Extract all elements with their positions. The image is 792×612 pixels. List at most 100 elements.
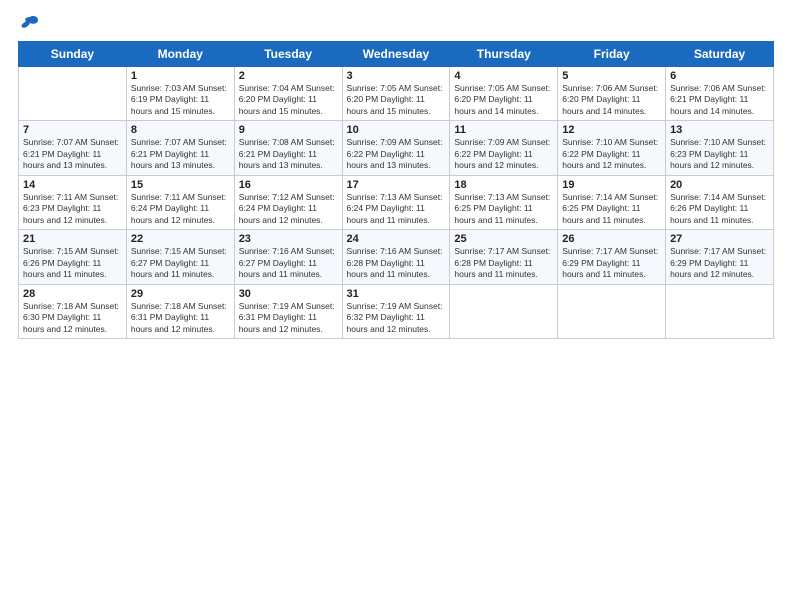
logo: [18, 15, 40, 31]
calendar-header: SundayMondayTuesdayWednesdayThursdayFrid…: [19, 42, 774, 67]
calendar-cell: 3Sunrise: 7:05 AM Sunset: 6:20 PM Daylig…: [342, 67, 450, 121]
day-number: 1: [131, 70, 230, 82]
calendar-cell: 11Sunrise: 7:09 AM Sunset: 6:22 PM Dayli…: [450, 121, 558, 175]
calendar-cell: 29Sunrise: 7:18 AM Sunset: 6:31 PM Dayli…: [126, 284, 234, 338]
day-info: Sunrise: 7:08 AM Sunset: 6:21 PM Dayligh…: [239, 137, 338, 171]
calendar-cell: 12Sunrise: 7:10 AM Sunset: 6:22 PM Dayli…: [558, 121, 666, 175]
day-info: Sunrise: 7:05 AM Sunset: 6:20 PM Dayligh…: [347, 83, 446, 117]
day-number: 20: [670, 179, 769, 191]
day-info: Sunrise: 7:14 AM Sunset: 6:26 PM Dayligh…: [670, 192, 769, 226]
calendar-cell: 20Sunrise: 7:14 AM Sunset: 6:26 PM Dayli…: [666, 175, 774, 229]
day-number: 21: [23, 233, 122, 245]
calendar-cell: 6Sunrise: 7:06 AM Sunset: 6:21 PM Daylig…: [666, 67, 774, 121]
calendar-cell: 18Sunrise: 7:13 AM Sunset: 6:25 PM Dayli…: [450, 175, 558, 229]
week-row-2: 7Sunrise: 7:07 AM Sunset: 6:21 PM Daylig…: [19, 121, 774, 175]
column-header-thursday: Thursday: [450, 42, 558, 67]
header-row: SundayMondayTuesdayWednesdayThursdayFrid…: [19, 42, 774, 67]
day-number: 10: [347, 124, 446, 136]
day-number: 26: [562, 233, 661, 245]
day-number: 14: [23, 179, 122, 191]
day-info: Sunrise: 7:18 AM Sunset: 6:31 PM Dayligh…: [131, 301, 230, 335]
calendar-cell: 24Sunrise: 7:16 AM Sunset: 6:28 PM Dayli…: [342, 230, 450, 284]
day-number: 15: [131, 179, 230, 191]
day-info: Sunrise: 7:18 AM Sunset: 6:30 PM Dayligh…: [23, 301, 122, 335]
calendar-cell: [558, 284, 666, 338]
calendar-cell: [19, 67, 127, 121]
day-number: 29: [131, 288, 230, 300]
day-info: Sunrise: 7:19 AM Sunset: 6:32 PM Dayligh…: [347, 301, 446, 335]
day-info: Sunrise: 7:04 AM Sunset: 6:20 PM Dayligh…: [239, 83, 338, 117]
calendar-cell: [450, 284, 558, 338]
week-row-1: 1Sunrise: 7:03 AM Sunset: 6:19 PM Daylig…: [19, 67, 774, 121]
logo-bird-icon: [20, 15, 40, 31]
calendar-cell: 15Sunrise: 7:11 AM Sunset: 6:24 PM Dayli…: [126, 175, 234, 229]
day-info: Sunrise: 7:05 AM Sunset: 6:20 PM Dayligh…: [454, 83, 553, 117]
column-header-sunday: Sunday: [19, 42, 127, 67]
day-info: Sunrise: 7:13 AM Sunset: 6:24 PM Dayligh…: [347, 192, 446, 226]
day-info: Sunrise: 7:17 AM Sunset: 6:29 PM Dayligh…: [670, 246, 769, 280]
day-info: Sunrise: 7:06 AM Sunset: 6:21 PM Dayligh…: [670, 83, 769, 117]
day-number: 4: [454, 70, 553, 82]
column-header-wednesday: Wednesday: [342, 42, 450, 67]
calendar-body: 1Sunrise: 7:03 AM Sunset: 6:19 PM Daylig…: [19, 67, 774, 339]
column-header-monday: Monday: [126, 42, 234, 67]
day-number: 13: [670, 124, 769, 136]
calendar-table: SundayMondayTuesdayWednesdayThursdayFrid…: [18, 41, 774, 339]
day-info: Sunrise: 7:07 AM Sunset: 6:21 PM Dayligh…: [23, 137, 122, 171]
calendar-cell: [666, 284, 774, 338]
day-info: Sunrise: 7:17 AM Sunset: 6:28 PM Dayligh…: [454, 246, 553, 280]
day-info: Sunrise: 7:13 AM Sunset: 6:25 PM Dayligh…: [454, 192, 553, 226]
calendar-cell: 1Sunrise: 7:03 AM Sunset: 6:19 PM Daylig…: [126, 67, 234, 121]
day-info: Sunrise: 7:10 AM Sunset: 6:22 PM Dayligh…: [562, 137, 661, 171]
day-info: Sunrise: 7:07 AM Sunset: 6:21 PM Dayligh…: [131, 137, 230, 171]
day-number: 5: [562, 70, 661, 82]
calendar-cell: 17Sunrise: 7:13 AM Sunset: 6:24 PM Dayli…: [342, 175, 450, 229]
day-info: Sunrise: 7:09 AM Sunset: 6:22 PM Dayligh…: [454, 137, 553, 171]
day-number: 9: [239, 124, 338, 136]
day-info: Sunrise: 7:17 AM Sunset: 6:29 PM Dayligh…: [562, 246, 661, 280]
column-header-tuesday: Tuesday: [234, 42, 342, 67]
calendar-cell: 9Sunrise: 7:08 AM Sunset: 6:21 PM Daylig…: [234, 121, 342, 175]
calendar-cell: 5Sunrise: 7:06 AM Sunset: 6:20 PM Daylig…: [558, 67, 666, 121]
day-number: 12: [562, 124, 661, 136]
day-number: 16: [239, 179, 338, 191]
calendar-cell: 4Sunrise: 7:05 AM Sunset: 6:20 PM Daylig…: [450, 67, 558, 121]
calendar-cell: 21Sunrise: 7:15 AM Sunset: 6:26 PM Dayli…: [19, 230, 127, 284]
day-number: 25: [454, 233, 553, 245]
calendar-cell: 7Sunrise: 7:07 AM Sunset: 6:21 PM Daylig…: [19, 121, 127, 175]
day-number: 30: [239, 288, 338, 300]
week-row-5: 28Sunrise: 7:18 AM Sunset: 6:30 PM Dayli…: [19, 284, 774, 338]
calendar-cell: 25Sunrise: 7:17 AM Sunset: 6:28 PM Dayli…: [450, 230, 558, 284]
day-info: Sunrise: 7:03 AM Sunset: 6:19 PM Dayligh…: [131, 83, 230, 117]
day-number: 31: [347, 288, 446, 300]
calendar-cell: 10Sunrise: 7:09 AM Sunset: 6:22 PM Dayli…: [342, 121, 450, 175]
calendar-cell: 16Sunrise: 7:12 AM Sunset: 6:24 PM Dayli…: [234, 175, 342, 229]
calendar-cell: 13Sunrise: 7:10 AM Sunset: 6:23 PM Dayli…: [666, 121, 774, 175]
day-number: 23: [239, 233, 338, 245]
week-row-4: 21Sunrise: 7:15 AM Sunset: 6:26 PM Dayli…: [19, 230, 774, 284]
day-number: 6: [670, 70, 769, 82]
column-header-friday: Friday: [558, 42, 666, 67]
day-number: 19: [562, 179, 661, 191]
day-number: 28: [23, 288, 122, 300]
calendar-cell: 2Sunrise: 7:04 AM Sunset: 6:20 PM Daylig…: [234, 67, 342, 121]
day-number: 27: [670, 233, 769, 245]
week-row-3: 14Sunrise: 7:11 AM Sunset: 6:23 PM Dayli…: [19, 175, 774, 229]
calendar-cell: 27Sunrise: 7:17 AM Sunset: 6:29 PM Dayli…: [666, 230, 774, 284]
day-number: 2: [239, 70, 338, 82]
day-info: Sunrise: 7:16 AM Sunset: 6:28 PM Dayligh…: [347, 246, 446, 280]
calendar-cell: 31Sunrise: 7:19 AM Sunset: 6:32 PM Dayli…: [342, 284, 450, 338]
day-info: Sunrise: 7:16 AM Sunset: 6:27 PM Dayligh…: [239, 246, 338, 280]
calendar-cell: 8Sunrise: 7:07 AM Sunset: 6:21 PM Daylig…: [126, 121, 234, 175]
day-number: 22: [131, 233, 230, 245]
day-info: Sunrise: 7:14 AM Sunset: 6:25 PM Dayligh…: [562, 192, 661, 226]
calendar-cell: 22Sunrise: 7:15 AM Sunset: 6:27 PM Dayli…: [126, 230, 234, 284]
day-number: 11: [454, 124, 553, 136]
calendar-cell: 30Sunrise: 7:19 AM Sunset: 6:31 PM Dayli…: [234, 284, 342, 338]
header: [18, 15, 774, 31]
calendar-cell: 28Sunrise: 7:18 AM Sunset: 6:30 PM Dayli…: [19, 284, 127, 338]
day-info: Sunrise: 7:15 AM Sunset: 6:26 PM Dayligh…: [23, 246, 122, 280]
day-info: Sunrise: 7:11 AM Sunset: 6:24 PM Dayligh…: [131, 192, 230, 226]
day-info: Sunrise: 7:11 AM Sunset: 6:23 PM Dayligh…: [23, 192, 122, 226]
calendar-cell: 26Sunrise: 7:17 AM Sunset: 6:29 PM Dayli…: [558, 230, 666, 284]
